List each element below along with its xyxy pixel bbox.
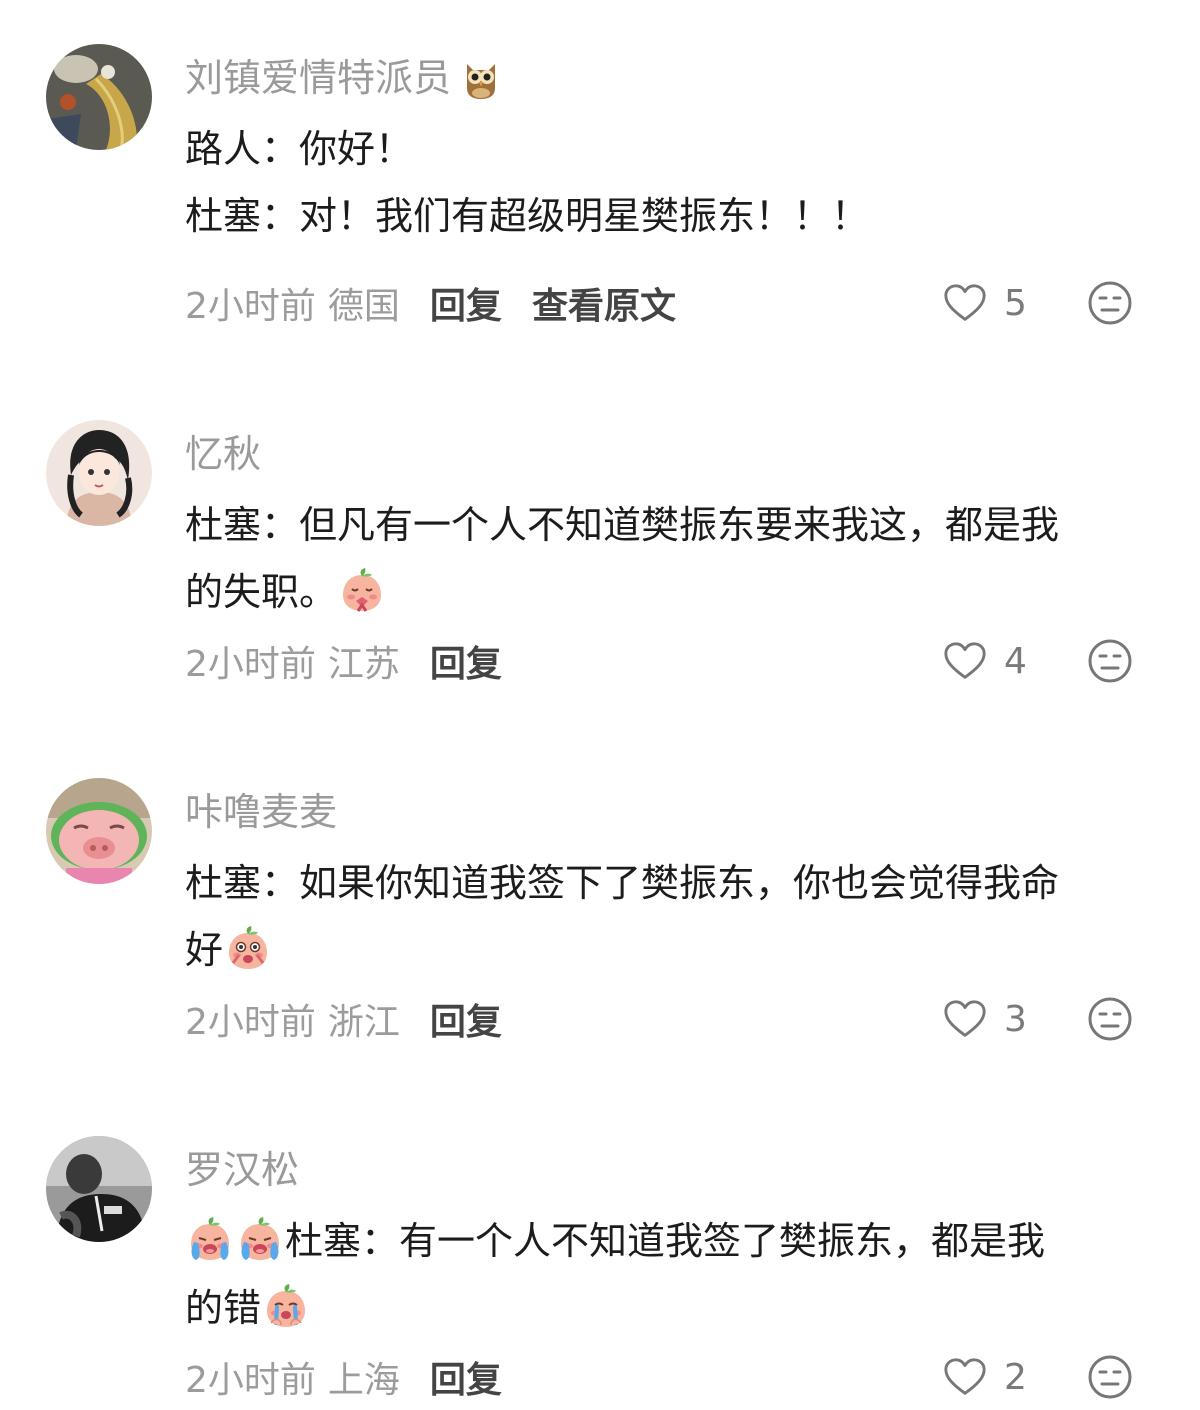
dislike-button[interactable] [1086, 634, 1136, 688]
unamused-face-icon [1088, 281, 1132, 325]
like-button[interactable]: 2 [942, 1350, 1027, 1404]
comment-text: 杜塞：如果你知道我签下了樊振东，你也会觉得我命好 [185, 850, 1160, 984]
comment-line: 的错 [185, 1275, 1160, 1342]
peach-shocked-emoji [225, 925, 271, 971]
comment-text: 杜塞：但凡有一个人不知道樊振东要来我这，都是我 的失职。 [185, 492, 1160, 626]
comment-line: 杜塞：如果你知道我签下了樊振东，你也会觉得我命 [185, 850, 1160, 917]
username[interactable]: 罗汉松 [185, 1142, 299, 1198]
location: 浙江 [327, 1002, 400, 1043]
comment-text: 杜塞：有一个人不知道我签了樊振东，都是我 的错 [185, 1208, 1160, 1342]
comment-line: 的失职。 [185, 559, 1160, 626]
comment-text: 路人：你好！ 杜塞：对！我们有超级明星樊振东！！！ [185, 116, 1160, 250]
comment-line: 杜塞：对！我们有超级明星樊振东！！！ [185, 183, 1160, 250]
like-count: 5 [1004, 282, 1027, 324]
like-button[interactable]: 5 [942, 276, 1027, 330]
like-count: 4 [1004, 640, 1027, 682]
avatar[interactable] [46, 44, 152, 150]
location: 江苏 [327, 644, 400, 685]
heart-icon [944, 1358, 986, 1395]
timestamp: 2小时前 [185, 286, 316, 327]
dislike-button[interactable] [1086, 276, 1136, 330]
peach-crying-emoji [237, 1216, 283, 1262]
comment-text-segment: 的失职。 [185, 570, 338, 614]
heart-icon [944, 284, 986, 321]
peach-crying-emoji [187, 1216, 233, 1262]
comment-meta: 2小时前 德国 回复 查看原文 [185, 276, 676, 330]
location: 德国 [327, 286, 400, 327]
like-count: 2 [1004, 1356, 1027, 1398]
like-button[interactable]: 3 [942, 992, 1027, 1046]
heart-icon [944, 1000, 986, 1037]
timestamp: 2小时前 [185, 644, 316, 685]
dislike-button[interactable] [1086, 1350, 1136, 1404]
username[interactable]: 刘镇爱情特派员 [185, 50, 501, 106]
avatar[interactable] [46, 1136, 152, 1242]
owl-icon [461, 56, 501, 100]
username[interactable]: 咔噜麦麦 [185, 784, 337, 840]
comment-line: 好 [185, 917, 1160, 984]
comment-meta: 2小时前 上海 回复 [185, 1350, 502, 1404]
unamused-face-icon [1088, 997, 1132, 1041]
peach-sobbing-emoji [263, 1283, 309, 1329]
reply-button[interactable]: 回复 [430, 635, 502, 687]
heart-icon [944, 642, 986, 679]
comment-meta: 2小时前 江苏 回复 [185, 634, 502, 688]
like-count: 3 [1004, 998, 1027, 1040]
like-button[interactable]: 4 [942, 634, 1027, 688]
comment-line: 路人：你好！ [185, 116, 1160, 183]
username[interactable]: 忆秋 [185, 426, 261, 482]
reply-button[interactable]: 回复 [430, 993, 502, 1045]
unamused-face-icon [1088, 639, 1132, 683]
unamused-face-icon [1088, 1355, 1132, 1399]
comment-meta: 2小时前 浙江 回复 [185, 992, 502, 1046]
comment-text-segment: 杜塞：如果你知道我签下了樊振东，你也会觉得我命 [185, 861, 1060, 905]
comment-text-segment: 好 [185, 928, 224, 972]
comment-line: 杜塞：但凡有一个人不知道樊振东要来我这，都是我 [185, 492, 1160, 559]
peach-pleading-emoji [339, 567, 385, 613]
comment-text-segment: 路人：你好！ [185, 127, 414, 171]
view-original-button[interactable]: 查看原文 [532, 277, 676, 329]
comment-line: 杜塞：有一个人不知道我签了樊振东，都是我 [185, 1208, 1160, 1275]
avatar[interactable] [46, 420, 152, 526]
reply-button[interactable]: 回复 [430, 277, 502, 329]
comment-text-segment: 的错 [185, 1286, 262, 1330]
comment-text-segment: 杜塞：对！我们有超级明星樊振东！！！ [185, 194, 870, 238]
comment-text-segment: 杜塞：有一个人不知道我签了樊振东，都是我 [285, 1219, 1046, 1263]
reply-button[interactable]: 回复 [430, 1351, 502, 1403]
location: 上海 [327, 1360, 400, 1401]
timestamp: 2小时前 [185, 1002, 316, 1043]
timestamp: 2小时前 [185, 1360, 316, 1401]
avatar[interactable] [46, 778, 152, 884]
comment-text-segment: 杜塞：但凡有一个人不知道樊振东要来我这，都是我 [185, 503, 1060, 547]
dislike-button[interactable] [1086, 992, 1136, 1046]
